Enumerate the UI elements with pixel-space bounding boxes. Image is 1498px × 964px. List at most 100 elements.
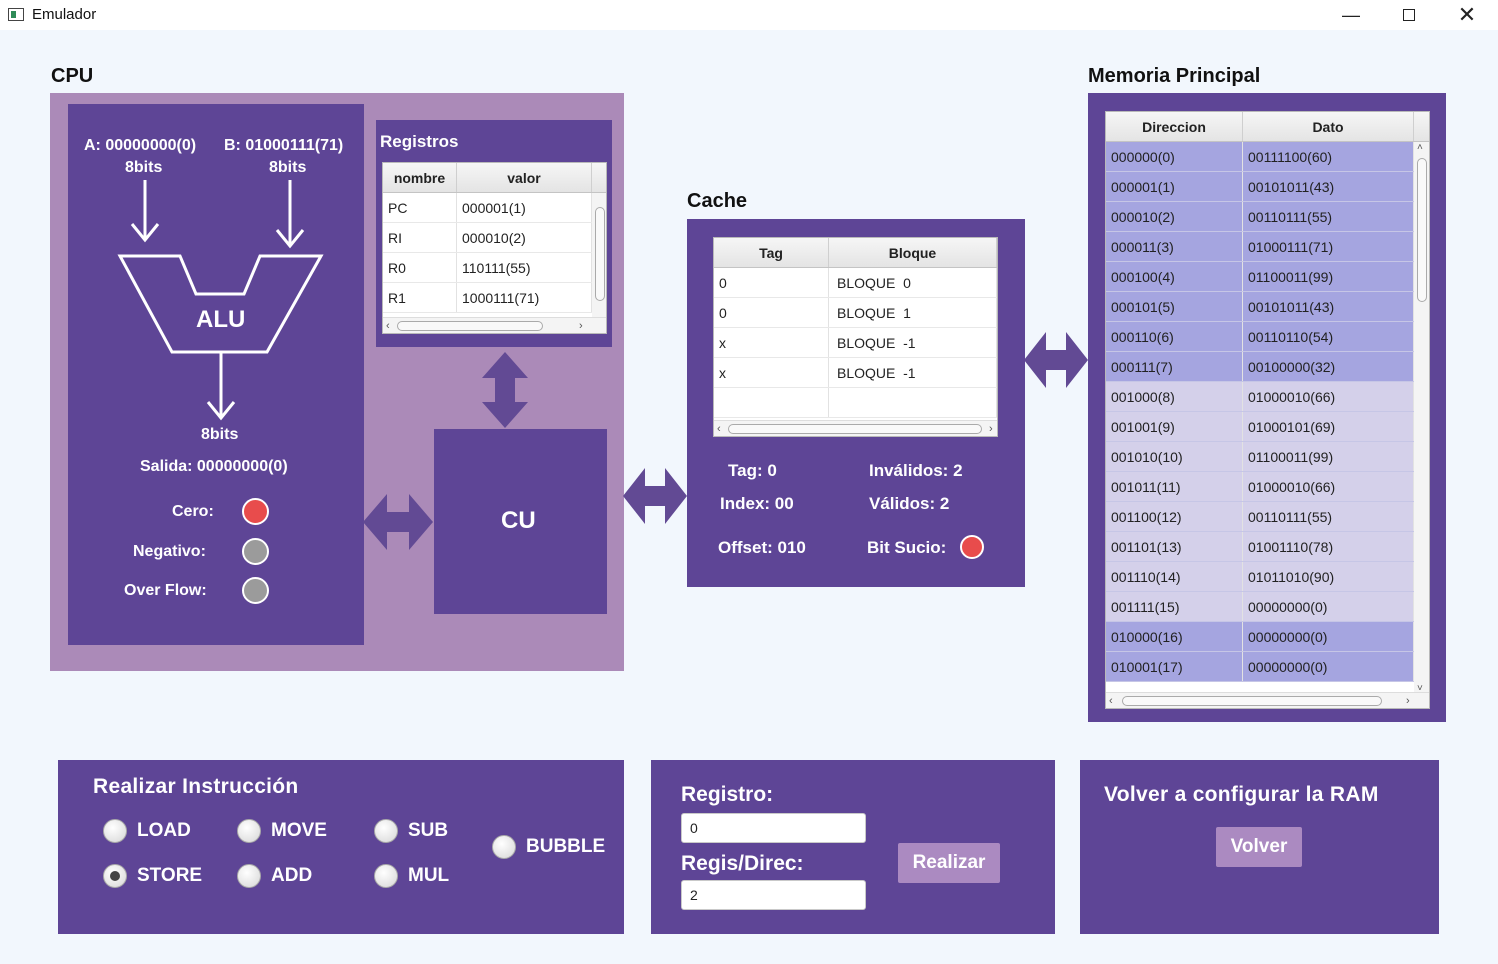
- memoria-cell-direccion: 000001(1): [1106, 172, 1243, 201]
- registro-input[interactable]: 0: [681, 813, 866, 843]
- memoria-cell-direccion: 010001(17): [1106, 652, 1243, 681]
- memoria-vscroll[interactable]: ˄ ˅: [1414, 142, 1429, 694]
- radio-load[interactable]: LOAD: [103, 819, 191, 843]
- memoria-cell-dato: 00000000(0): [1243, 592, 1414, 621]
- cache-bit-sucio-label: Bit Sucio:: [867, 538, 947, 557]
- memoria-col-direccion[interactable]: Direccion: [1106, 112, 1243, 141]
- table-row[interactable]: 000100(4) 01100011(99): [1106, 262, 1429, 292]
- cache-col-tag[interactable]: Tag: [714, 238, 829, 267]
- table-row[interactable]: 001111(15) 00000000(0): [1106, 592, 1429, 622]
- cache-col-bloque[interactable]: Bloque: [829, 238, 997, 267]
- registros-col-valor[interactable]: valor: [457, 163, 592, 192]
- cache-title: Cache: [687, 190, 748, 212]
- memoria-title: Memoria Principal: [1088, 65, 1261, 87]
- radio-store-dot[interactable]: [103, 864, 127, 888]
- memoria-cell-direccion: 001110(14): [1106, 562, 1243, 591]
- cache-invalidos: Inválidos: 2: [869, 461, 963, 480]
- table-row[interactable]: RI 000010(2): [383, 223, 606, 253]
- flag-negativo-label: Negativo:: [133, 543, 206, 560]
- memoria-cell-dato: 01000010(66): [1243, 382, 1414, 411]
- memoria-cell-direccion: 000111(7): [1106, 352, 1243, 381]
- memoria-cell-direccion: 000100(4): [1106, 262, 1243, 291]
- cache-hscroll[interactable]: ‹ ›: [714, 420, 997, 436]
- memoria-cell-direccion: 001101(13): [1106, 532, 1243, 561]
- cache-memory-double-arrow-icon: [1024, 332, 1088, 388]
- memoria-cell-dato: 01001110(78): [1243, 532, 1414, 561]
- cache-header: Tag Bloque: [714, 238, 997, 268]
- regis-direc-label: Regis/Direc:: [681, 852, 804, 875]
- table-row[interactable]: 001101(13) 01001110(78): [1106, 532, 1429, 562]
- memoria-cell-direccion: 000000(0): [1106, 142, 1243, 171]
- radio-sub[interactable]: SUB: [374, 819, 448, 843]
- table-row[interactable]: PC 000001(1): [383, 193, 606, 223]
- table-row[interactable]: 001010(10) 01100011(99): [1106, 442, 1429, 472]
- registro-label: Registro:: [681, 783, 774, 806]
- table-row[interactable]: 001011(11) 01000010(66): [1106, 472, 1429, 502]
- radio-load-dot[interactable]: [103, 819, 127, 843]
- radio-mul[interactable]: MUL: [374, 864, 449, 888]
- table-row[interactable]: 0 BLOQUE 1: [714, 298, 997, 328]
- table-row[interactable]: 000011(3) 01000111(71): [1106, 232, 1429, 262]
- table-row[interactable]: 000001(1) 00101011(43): [1106, 172, 1429, 202]
- radio-mul-dot[interactable]: [374, 864, 398, 888]
- table-row[interactable]: R1 1000111(71): [383, 283, 606, 313]
- table-row[interactable]: 001001(9) 01000101(69): [1106, 412, 1429, 442]
- memoria-cell-dato: 00101011(43): [1243, 172, 1414, 201]
- radio-bubble-dot[interactable]: [492, 835, 516, 859]
- cache-offset: Offset: 010: [718, 538, 806, 557]
- table-row[interactable]: 000101(5) 00101011(43): [1106, 292, 1429, 322]
- memoria-cell-direccion: 010000(16): [1106, 622, 1243, 651]
- memoria-cell-direccion: 001111(15): [1106, 592, 1243, 621]
- memoria-col-dato[interactable]: Dato: [1243, 112, 1414, 141]
- table-row[interactable]: R0 110111(55): [383, 253, 606, 283]
- app-icon: [8, 8, 24, 21]
- radio-store[interactable]: STORE: [103, 864, 202, 888]
- table-row[interactable]: 000010(2) 00110111(55): [1106, 202, 1429, 232]
- memoria-cell-dato: 00110111(55): [1243, 502, 1414, 531]
- close-icon[interactable]: ✕: [1438, 0, 1496, 30]
- flag-overflow-label: Over Flow:: [124, 582, 207, 599]
- memoria-hscroll[interactable]: ‹ ›: [1106, 692, 1429, 708]
- regis-direc-input[interactable]: 2: [681, 880, 866, 910]
- table-row[interactable]: 0 BLOQUE 0: [714, 268, 997, 298]
- realizar-button[interactable]: Realizar: [898, 843, 1000, 883]
- table-row[interactable]: 000110(6) 00110110(54): [1106, 322, 1429, 352]
- table-row[interactable]: 000000(0) 00111100(60): [1106, 142, 1429, 172]
- registros-hscroll[interactable]: ‹ ›: [383, 317, 606, 333]
- memoria-cell-dato: 00110110(54): [1243, 322, 1414, 351]
- memoria-cell-direccion: 001000(8): [1106, 382, 1243, 411]
- radio-add-dot[interactable]: [237, 864, 261, 888]
- radio-move[interactable]: MOVE: [237, 819, 327, 843]
- radio-move-dot[interactable]: [237, 819, 261, 843]
- memoria-cell-dato: 00100000(32): [1243, 352, 1414, 381]
- table-row[interactable]: 001100(12) 00110111(55): [1106, 502, 1429, 532]
- registros-table[interactable]: nombre valor PC 000001(1) RI 000010(2) R0 1…: [382, 162, 607, 334]
- memoria-cell-dato: 01100011(99): [1243, 442, 1414, 471]
- table-row[interactable]: 001110(14) 01011010(90): [1106, 562, 1429, 592]
- table-row[interactable]: 000111(7) 00100000(32): [1106, 352, 1429, 382]
- minimize-icon[interactable]: —: [1322, 0, 1380, 30]
- registros-header: nombre valor: [383, 163, 606, 193]
- maximize-icon[interactable]: [1380, 0, 1438, 30]
- memoria-table[interactable]: Direccion Dato 000000(0) 00111100(60) 0000…: [1105, 111, 1430, 709]
- memoria-cell-dato: 00000000(0): [1243, 622, 1414, 651]
- cache-table[interactable]: Tag Bloque 0 BLOQUE 0 0 BLOQUE 1 x BLOQUE -…: [713, 237, 998, 437]
- table-row[interactable]: 010001(17) 00000000(0): [1106, 652, 1429, 682]
- memoria-header: Direccion Dato: [1106, 112, 1429, 142]
- memoria-cell-direccion: 001011(11): [1106, 472, 1243, 501]
- table-row[interactable]: 001000(8) 01000010(66): [1106, 382, 1429, 412]
- radio-add[interactable]: ADD: [237, 864, 312, 888]
- table-row[interactable]: x BLOQUE -1: [714, 328, 997, 358]
- table-row[interactable]: x BLOQUE -1: [714, 358, 997, 388]
- cpu-title: CPU: [51, 65, 94, 87]
- radio-bubble[interactable]: BUBBLE: [492, 835, 605, 859]
- table-row[interactable]: 010000(16) 00000000(0): [1106, 622, 1429, 652]
- radio-sub-dot[interactable]: [374, 819, 398, 843]
- registros-vscroll[interactable]: [592, 193, 606, 317]
- memoria-cell-direccion: 000011(3): [1106, 232, 1243, 261]
- memoria-cell-dato: 01100011(99): [1243, 262, 1414, 291]
- registros-col-nombre[interactable]: nombre: [383, 163, 457, 192]
- memoria-cell-dato: 00110111(55): [1243, 202, 1414, 231]
- volver-button[interactable]: Volver: [1216, 827, 1302, 867]
- memoria-cell-dato: 00000000(0): [1243, 652, 1414, 681]
